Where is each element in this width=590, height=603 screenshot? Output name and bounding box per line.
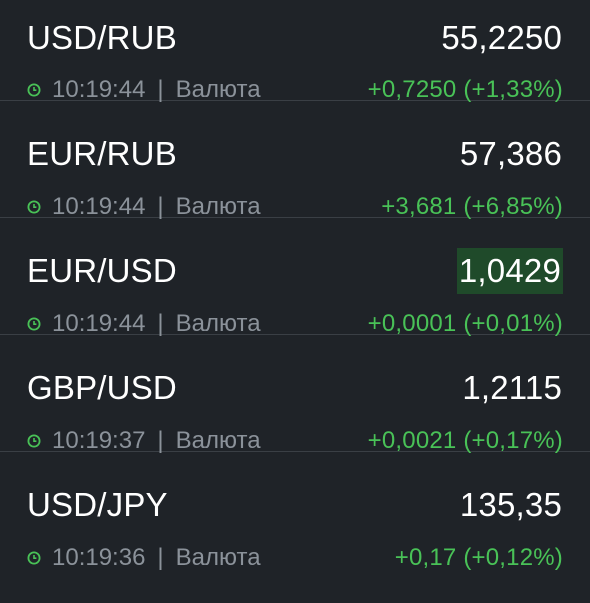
update-time: 10:19:36 bbox=[52, 544, 146, 571]
clock-icon bbox=[27, 434, 41, 448]
pair-name: EUR/USD bbox=[27, 252, 177, 289]
price-value: 135,35 bbox=[459, 486, 562, 523]
update-time: 10:19:44 bbox=[52, 310, 146, 337]
instrument-type: Валюта bbox=[175, 193, 261, 220]
meta-separator: | bbox=[157, 544, 164, 571]
clock-icon bbox=[27, 551, 41, 565]
pair-name: USD/RUB bbox=[27, 19, 177, 56]
quote-row-usd-rub[interactable]: USD/RUB 55,2250 10:19:44 | Валюта +0,725… bbox=[0, 0, 590, 103]
instrument-type: Валюта bbox=[175, 310, 261, 337]
quote-row-eur-usd[interactable]: EUR/USD 1,0429 10:19:44 | Валюта +0,0001… bbox=[0, 218, 590, 337]
price-value: 1,2115 bbox=[462, 369, 562, 406]
clock-icon bbox=[27, 317, 41, 331]
pair-name: EUR/RUB bbox=[27, 135, 177, 172]
meta-separator: | bbox=[157, 427, 164, 454]
update-time: 10:19:37 bbox=[52, 427, 146, 454]
pair-name: GBP/USD bbox=[27, 369, 177, 406]
meta-separator: | bbox=[157, 76, 164, 103]
price-value: 57,386 bbox=[459, 135, 562, 172]
price-value: 1,0429 bbox=[456, 248, 563, 294]
price-value: 55,2250 bbox=[441, 19, 562, 56]
instrument-type: Валюта bbox=[175, 427, 261, 454]
price-change: +0,17 (+0,12%) bbox=[394, 544, 563, 571]
update-time: 10:19:44 bbox=[52, 76, 146, 103]
update-time: 10:19:44 bbox=[52, 193, 146, 220]
quote-row-usd-jpy[interactable]: USD/JPY 135,35 10:19:36 | Валюта +0,17 (… bbox=[0, 452, 590, 587]
instrument-type: Валюта bbox=[175, 544, 261, 571]
pair-name: USD/JPY bbox=[27, 486, 168, 523]
clock-icon bbox=[27, 83, 41, 97]
meta-separator: | bbox=[157, 310, 164, 337]
quote-row-eur-rub[interactable]: EUR/RUB 57,386 10:19:44 | Валюта +3,681 … bbox=[0, 101, 590, 220]
instrument-type: Валюта bbox=[175, 76, 261, 103]
quotes-list: USD/RUB 55,2250 10:19:44 | Валюта +0,725… bbox=[0, 0, 590, 587]
quote-row-gbp-usd[interactable]: GBP/USD 1,2115 10:19:37 | Валюта +0,0021… bbox=[0, 335, 590, 454]
meta-separator: | bbox=[157, 193, 164, 220]
clock-icon bbox=[27, 200, 41, 214]
quote-meta: 10:19:36 | Валюта bbox=[27, 543, 261, 573]
